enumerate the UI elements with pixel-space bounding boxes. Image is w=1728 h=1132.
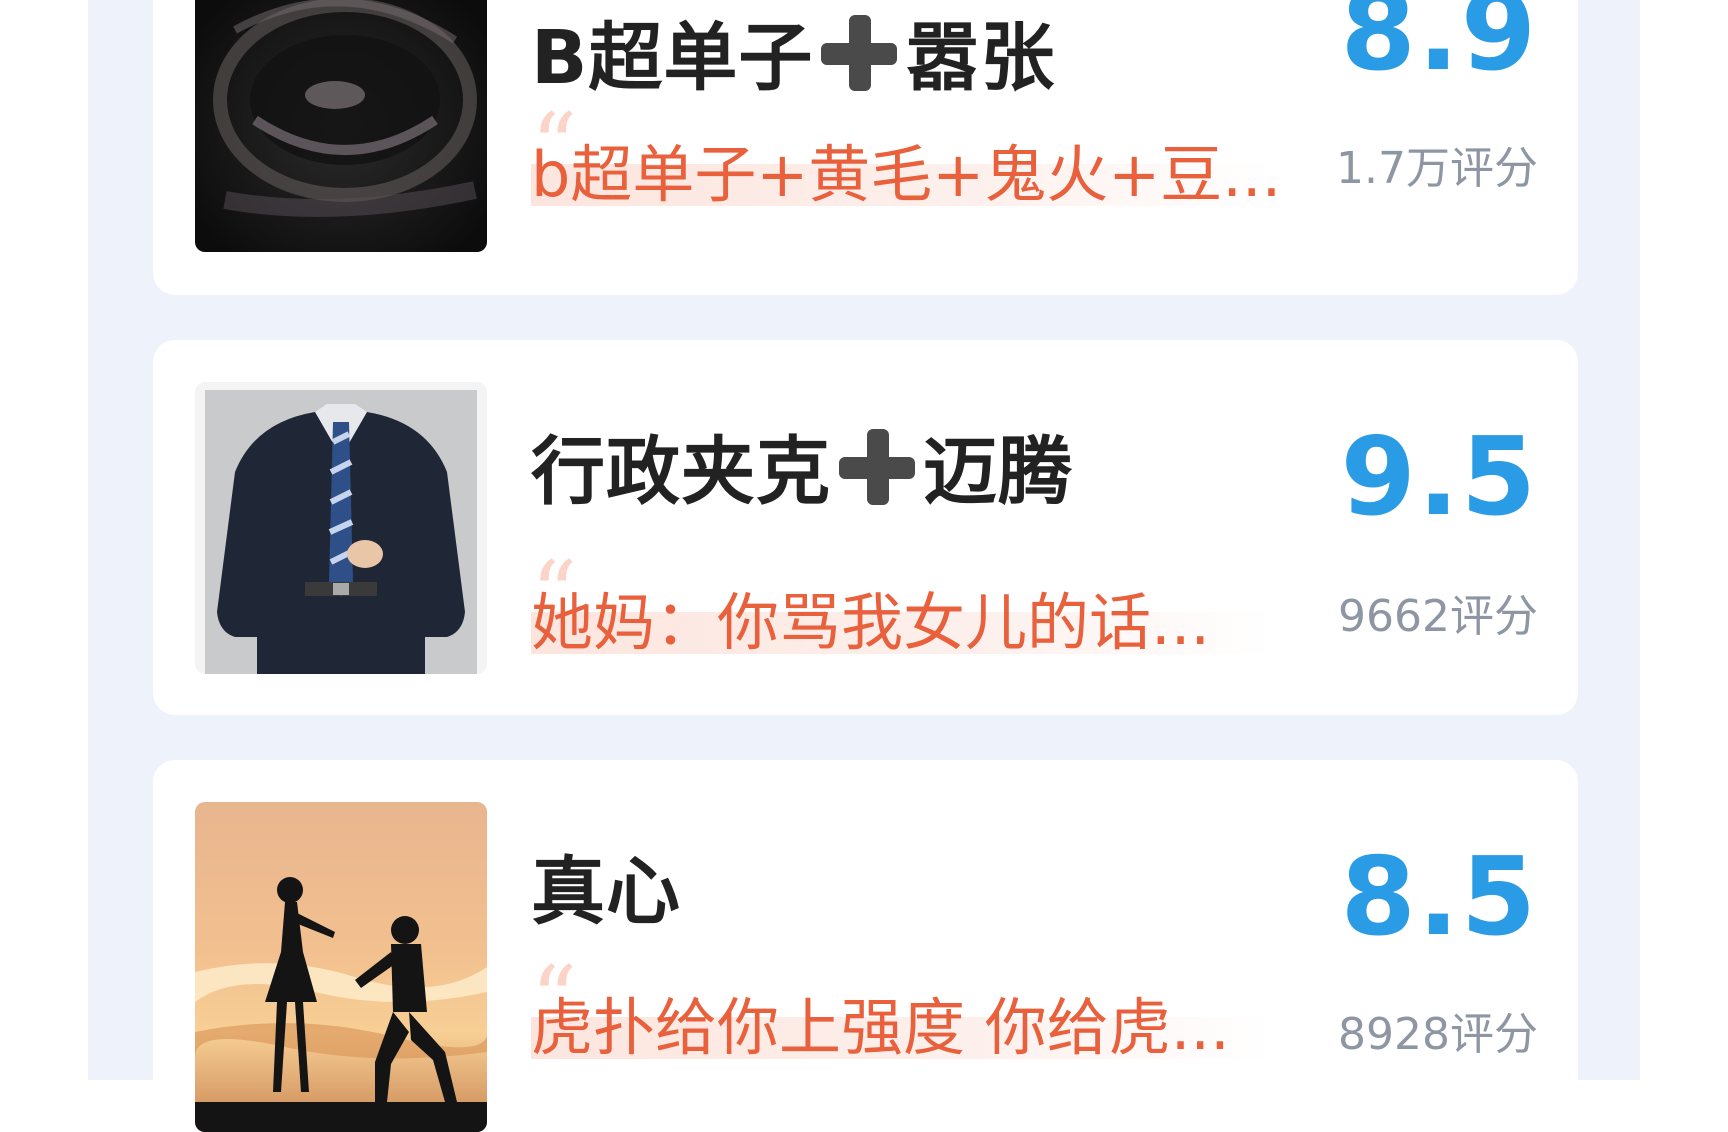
rating-count: 9662评分 [1338,591,1538,642]
hot-comment: “ b超单子+黄毛+鬼火+豆... [531,102,1281,211]
comment-text: 虎扑给你上强度 你给虎... [531,991,1230,1064]
ultrasound-image-icon [195,0,487,252]
hot-comment: “ 她妈：你骂我女儿的话... [531,550,1271,659]
ranking-list: B超单子 嚣张 “ b超单子+黄毛+鬼火+豆... 8.9 1.7万评分 行政夹… [88,0,1640,1132]
rating-count: 8928评分 [1338,1009,1538,1060]
title-text-2: 迈腾 [923,429,1073,515]
comment-text: b超单子+黄毛+鬼火+豆... [531,138,1282,211]
ultrasound-thumbnail[interactable] [195,0,487,252]
rating-score: 9.5 [1340,415,1538,540]
list-item[interactable]: B超单子 嚣张 “ b超单子+黄毛+鬼火+豆... 8.9 1.7万评分 [153,0,1578,295]
suit-jacket-image-icon [195,382,487,674]
item-title: B超单子 嚣张 [531,0,1055,105]
hot-comment: “ 虎扑给你上强度 你给虎... [531,955,1271,1064]
jacket-thumbnail[interactable] [195,382,487,674]
item-title: 行政夹克 迈腾 [531,412,1073,519]
comment-text: 她妈：你骂我女儿的话... [531,586,1211,659]
title-text: 真心 [531,849,681,935]
title-text-2: 嚣张 [905,15,1056,101]
title-text: 行政夹克 [531,429,831,515]
rating-score: 8.5 [1340,835,1538,960]
list-item[interactable]: 真心 “ 虎扑给你上强度 你给虎... 8.5 8928评分 [153,760,1578,1132]
list-item[interactable]: 行政夹克 迈腾 “ 她妈：你骂我女儿的话... 9.5 9662评分 [153,340,1578,715]
plus-icon [819,13,899,93]
rating-score: 8.9 [1340,0,1538,95]
proposal-sunset-image-icon [195,802,487,1132]
plus-icon [837,427,917,507]
rating-count: 1.7万评分 [1336,143,1538,194]
title-text: B超单子 [531,15,814,101]
proposal-thumbnail[interactable] [195,802,487,1132]
item-title: 真心 [531,832,681,939]
